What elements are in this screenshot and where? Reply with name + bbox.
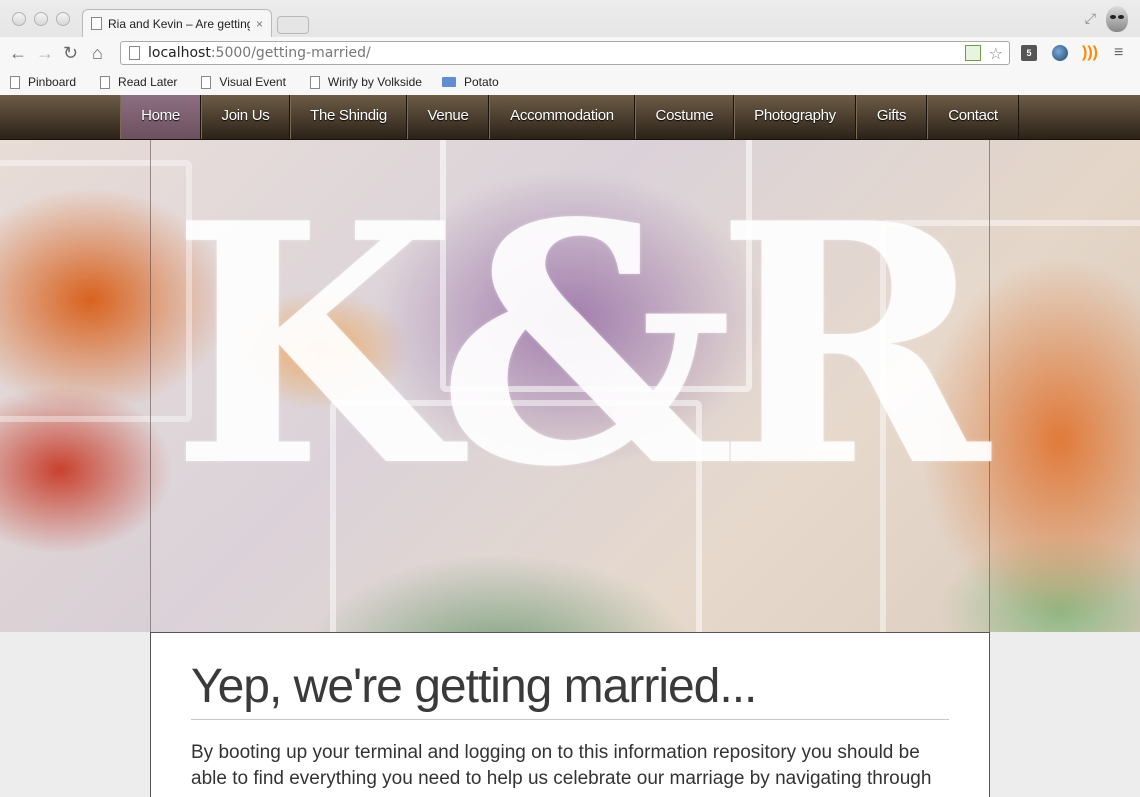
intro-paragraph: By booting up your terminal and logging …	[191, 742, 932, 789]
bookmark-read-later[interactable]: Read Later	[100, 75, 177, 89]
nav-item-costume[interactable]: Costume	[635, 95, 734, 139]
browser-tab[interactable]: Ria and Kevin – Are getting ×	[82, 9, 272, 37]
page-icon	[309, 75, 320, 89]
rss-extension-icon[interactable]: )))	[1082, 45, 1098, 61]
bookmark-label: Potato	[463, 75, 499, 89]
page-icon	[10, 75, 20, 89]
home-icon[interactable]: ⌂	[92, 43, 103, 63]
bookmark-wirify[interactable]: Wirify by Volkside	[309, 75, 422, 89]
user-profile-icon[interactable]	[1106, 6, 1128, 32]
back-icon[interactable]: ←	[9, 43, 27, 63]
page-icon	[129, 46, 140, 60]
bookmarks-bar: Pinboard Read Later Visual Event Wirify …	[0, 69, 1140, 95]
nav-item-accommodation[interactable]: Accommodation	[489, 95, 635, 139]
forward-icon[interactable]: →	[36, 43, 54, 63]
bookmark-star-icon[interactable]: ☆	[989, 44, 1003, 63]
window-controls	[12, 12, 70, 26]
bookmark-folder-potato[interactable]: Potato	[441, 75, 499, 89]
nav-item-home[interactable]: Home	[120, 95, 201, 139]
address-bar[interactable]: localhost:5000/getting-married/ ☆	[120, 41, 1010, 65]
html5-extension-icon[interactable]: 5	[1021, 45, 1037, 61]
browser-chrome: Ria and Kevin – Are getting × ⤢ ← → ↻ ⌂ …	[0, 0, 1140, 96]
bookmark-pinboard[interactable]: Pinboard	[10, 75, 76, 89]
nav-item-gifts[interactable]: Gifts	[856, 95, 927, 139]
site-navigation: Home Join Us The Shindig Venue Accommoda…	[0, 95, 1140, 140]
page-icon	[100, 75, 111, 89]
page-action-icon[interactable]	[965, 45, 981, 61]
browser-toolbar: ← → ↻ ⌂ localhost:5000/getting-married/ …	[0, 37, 1140, 69]
page-icon	[201, 75, 212, 89]
globe-extension-icon[interactable]	[1052, 45, 1068, 61]
reload-icon[interactable]: ↻	[63, 43, 78, 63]
hero-banner: K&R	[0, 140, 1140, 632]
bookmark-label: Visual Event	[219, 75, 286, 89]
main-content: Yep, we're getting married... By booting…	[150, 632, 990, 797]
zoom-window-button[interactable]	[56, 12, 70, 26]
tab-close-icon[interactable]: ×	[256, 17, 263, 31]
bookmark-visual-event[interactable]: Visual Event	[201, 75, 286, 89]
url-path: :5000/getting-married/	[210, 45, 371, 61]
close-window-button[interactable]	[12, 12, 26, 26]
bookmark-label: Wirify by Volkside	[327, 75, 422, 89]
folder-icon	[441, 77, 456, 87]
nav-item-contact[interactable]: Contact	[927, 95, 1019, 139]
page-title: Yep, we're getting married...	[191, 659, 949, 720]
nav-item-venue[interactable]: Venue	[407, 95, 489, 139]
minimize-window-button[interactable]	[34, 12, 48, 26]
browser-menu-icon[interactable]: ≡	[1114, 45, 1130, 61]
site-logo: K&R	[170, 151, 990, 539]
tab-title: Ria and Kevin – Are getting	[108, 16, 250, 31]
nav-item-join-us[interactable]: Join Us	[201, 95, 290, 139]
new-tab-button[interactable]	[277, 16, 309, 34]
fullscreen-icon[interactable]: ⤢	[1085, 10, 1096, 27]
url-host: localhost	[148, 45, 211, 61]
nav-item-photography[interactable]: Photography	[734, 95, 856, 139]
nav-item-the-shindig[interactable]: The Shindig	[290, 95, 407, 139]
nav-list: Home Join Us The Shindig Venue Accommoda…	[120, 95, 1019, 139]
bookmark-label: Read Later	[118, 75, 178, 89]
bookmark-label: Pinboard	[28, 75, 77, 89]
page-icon	[91, 17, 102, 30]
